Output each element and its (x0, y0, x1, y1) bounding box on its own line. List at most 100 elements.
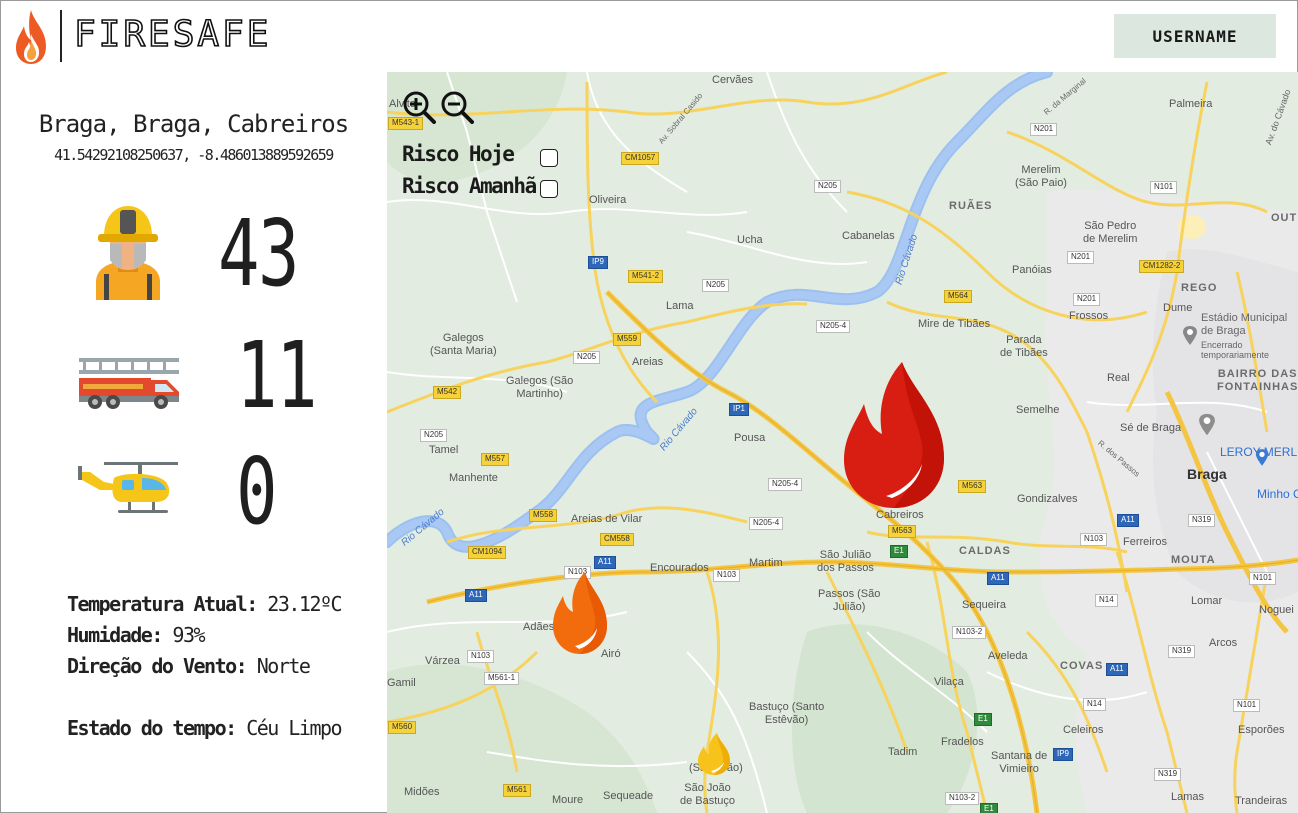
weather-state-value: Céu Limpo (246, 716, 342, 740)
risk-tomorrow-label: Risco Amanhã (402, 174, 537, 198)
flame-logo-icon (16, 10, 46, 64)
road-shield: CM1094 (468, 546, 507, 559)
map-label-moure: Moure (552, 794, 584, 806)
road-shield: N319 (1168, 645, 1196, 658)
road-shield: M559 (613, 333, 642, 346)
road-shield: N319 (1188, 514, 1216, 527)
weather-panel: Temperatura Atual: 23.12ºC Humidade: 93%… (67, 592, 343, 747)
weather-state-row: Estado do tempo: Céu Limpo (67, 716, 343, 747)
fire-marker-medium-icon[interactable] (551, 570, 609, 656)
road-shield: N103 (1080, 533, 1108, 546)
map-label-cabanelas: Cabanelas (842, 230, 895, 242)
fire-map[interactable]: Cervães Palmeira Alvito Oliveira Merelim… (387, 72, 1298, 813)
map-label-real: Real (1107, 372, 1130, 384)
map-label-ruaes: RUÃES (949, 200, 993, 212)
map-label-panoias: Panóias (1012, 264, 1052, 276)
map-label-celeiros: Celeiros (1063, 724, 1104, 736)
map-label-martim: Martim (749, 557, 783, 569)
app-header: FIRESAFE USERNAME (0, 0, 1298, 72)
road-shield: E1 (980, 803, 998, 813)
map-label-vilaca: Vilaça (934, 676, 964, 688)
map-label-se-braga: Sé de Braga (1120, 422, 1182, 434)
username-button[interactable]: USERNAME (1114, 14, 1276, 58)
risk-today-checkbox[interactable] (540, 149, 558, 167)
map-label-cervaes: Cervães (712, 74, 753, 86)
road-shield: N101 (1150, 181, 1178, 194)
road-shield: N205 (573, 351, 601, 364)
shop-pin-icon[interactable] (1255, 448, 1269, 466)
temperature-value: 23.12ºC (267, 592, 342, 616)
map-label-encourados: Encourados (650, 562, 709, 574)
map-label-pousa: Pousa (734, 432, 766, 444)
stadium-pin-icon[interactable] (1182, 325, 1198, 345)
road-shield: A11 (987, 572, 1009, 585)
road-shield: N205 (420, 429, 448, 442)
road-shield: IP1 (729, 403, 750, 416)
road-shield: A11 (465, 589, 487, 602)
map-label-sequeira: Sequeira (962, 599, 1007, 611)
map-label-galegos-sao-martinho: Galegos (São Martinho) (506, 375, 574, 400)
road-shield: E1 (974, 713, 992, 726)
road-shield: N205-4 (768, 478, 803, 491)
map-label-oliveira: Oliveira (589, 194, 627, 206)
road-shield: M563 (958, 480, 987, 493)
firefighter-icon (96, 206, 160, 300)
zoom-out-icon[interactable] (440, 90, 474, 124)
map-label-parada-tibaes: Parada de Tibães (1000, 334, 1048, 359)
logo-divider (60, 10, 62, 62)
helicopters-count: 0 (236, 438, 278, 545)
map-label-bastuco-sj: São João de Bastuço (680, 782, 736, 807)
map-label-bairro: BAIRRO DAS FONTAINHAS (1217, 368, 1298, 393)
temperature-row: Temperatura Atual: 23.12ºC (67, 592, 343, 623)
map-label-rego: REGO (1181, 282, 1218, 294)
fire-marker-large-icon[interactable] (842, 360, 946, 510)
app-logo-text: FIRESAFE (73, 13, 272, 56)
map-label-passos: Passos (São Julião) (818, 588, 881, 613)
map-label-galegos-sm: Galegos (Santa Maria) (430, 332, 497, 357)
location-name: Braga, Braga, Cabreiros (38, 110, 349, 138)
road-shield: M561-1 (484, 672, 520, 685)
zoom-in-icon[interactable] (402, 90, 436, 124)
fire-marker-small-icon[interactable] (697, 732, 731, 776)
cathedral-pin-icon[interactable] (1198, 412, 1216, 436)
map-label-outer: OUTE (1271, 212, 1298, 224)
humidity-label: Humidade: (67, 623, 163, 647)
map-label-frossos: Frossos (1069, 310, 1109, 322)
road-shield: M560 (388, 721, 417, 734)
road-shield: N201 (1067, 251, 1095, 264)
road-shield: A11 (1106, 663, 1128, 676)
road-shield: N319 (1154, 768, 1182, 781)
road-shield: M557 (481, 453, 510, 466)
map-label-trandeiras: Trandeiras (1235, 795, 1288, 807)
road-shield: N101 (1249, 572, 1277, 585)
map-label-ferreiros: Ferreiros (1123, 536, 1168, 548)
road-shield: N201 (1030, 123, 1058, 136)
map-label-tadim: Tadim (888, 746, 918, 758)
map-label-nogueira: Noguei (1259, 604, 1294, 616)
helicopter-icon (78, 462, 178, 513)
map-label-tamel: Tamel (429, 444, 459, 456)
road-shield: N205-4 (749, 517, 784, 530)
map-label-encerrado: Encerrado temporariamente (1201, 340, 1270, 361)
location-coordinates: 41.54292108250637, -8.486013889592659 (54, 146, 334, 164)
map-label-cabreiros: Cabreiros (876, 509, 924, 521)
map-label-braga: Braga (1187, 466, 1227, 482)
road-shield: N14 (1083, 698, 1106, 711)
map-label-fradelos: Fradelos (941, 736, 984, 748)
road-shield: M563 (888, 525, 917, 538)
map-label-arcos: Arcos (1209, 637, 1238, 649)
map-label-minho: Minho C (1257, 487, 1298, 501)
road-shield: IP9 (588, 256, 609, 269)
map-label-sao-juliao: São Julião dos Passos (817, 549, 874, 574)
map-label-lamas: Lamas (1171, 791, 1205, 803)
road-shield: M561 (503, 784, 532, 797)
map-label-estadio: Estádio Municipal de Braga (1201, 312, 1288, 337)
road-shield: N205-4 (816, 320, 851, 333)
wind-label: Direção do Vento: (67, 654, 248, 678)
risk-tomorrow-checkbox[interactable] (540, 180, 558, 198)
map-label-lama: Lama (666, 300, 694, 312)
map-label-varzea: Várzea (425, 655, 460, 667)
map-label-santana: Santana de Vimieiro (991, 750, 1048, 775)
info-sidebar: Braga, Braga, Cabreiros 41.5429210825063… (0, 72, 387, 813)
road-shield: A11 (1117, 514, 1139, 527)
